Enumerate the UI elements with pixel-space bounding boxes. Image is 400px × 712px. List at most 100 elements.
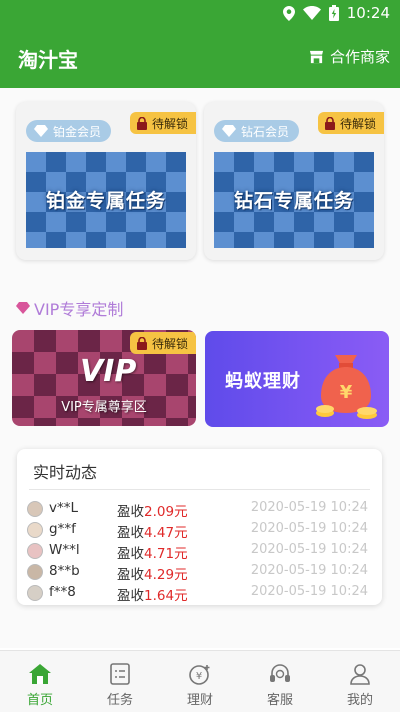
shop-icon bbox=[309, 50, 324, 64]
tab-home[interactable]: 首页 bbox=[0, 651, 80, 712]
status-time: 10:24 bbox=[346, 4, 390, 22]
income-prefix: 盈收 bbox=[117, 567, 144, 583]
money-bag-icon: ¥ bbox=[316, 355, 377, 419]
amount-value: 4.47 bbox=[144, 525, 175, 541]
feed-income: 盈收4.47元 bbox=[117, 521, 188, 541]
battery-icon bbox=[328, 5, 339, 21]
avatar bbox=[27, 501, 43, 517]
feed-row: g**f 盈收4.47元 2020-05-19 10:24 bbox=[17, 520, 382, 541]
income-amount: 4.29元 bbox=[144, 567, 188, 583]
platinum-member-badge: 铂金会员 bbox=[26, 120, 112, 142]
partner-merchants-button[interactable]: 合作商家 bbox=[309, 46, 390, 67]
diamond-member-badge: 钻石会员 bbox=[214, 120, 300, 142]
diamond-icon bbox=[16, 302, 30, 314]
realtime-feed-card: 实时动态 v**L 盈收2.09元 2020-05-19 10:24 g**f … bbox=[17, 449, 382, 605]
lock-icon bbox=[136, 336, 147, 350]
lock-icon bbox=[324, 116, 335, 130]
feed-user-name: 8**b bbox=[49, 563, 80, 579]
amount-value: 4.71 bbox=[144, 546, 175, 562]
avatar bbox=[27, 585, 43, 601]
feed-row: v**L 盈收2.09元 2020-05-19 10:24 bbox=[17, 499, 382, 520]
tab-label: 理财 bbox=[186, 693, 213, 708]
income-amount: 4.71元 bbox=[144, 546, 188, 562]
feed-row: f**8 盈收1.64元 2020-05-19 10:24 bbox=[17, 583, 382, 604]
amount-value: 2.09 bbox=[144, 504, 175, 520]
feed-time: 2020-05-19 10:24 bbox=[250, 584, 368, 599]
svg-text:¥: ¥ bbox=[340, 382, 353, 403]
partner-merchants-label: 合作商家 bbox=[329, 48, 390, 66]
income-prefix: 盈收 bbox=[117, 546, 144, 562]
task-icon bbox=[110, 663, 130, 685]
member-badge-label: 钻石会员 bbox=[241, 124, 290, 139]
vip-exclusive-zone-card[interactable]: 待解锁 VIP VIP专属尊享区 bbox=[12, 330, 196, 426]
tab-tasks[interactable]: 任务 bbox=[80, 651, 160, 712]
location-icon bbox=[282, 5, 295, 21]
vip-zone-caption: VIP专属尊享区 bbox=[61, 400, 147, 415]
status-bar: 10:24 bbox=[0, 0, 400, 28]
feed-income: 盈收2.09元 bbox=[117, 500, 188, 520]
locked-label: 待解锁 bbox=[339, 116, 376, 131]
user-icon bbox=[350, 664, 370, 685]
tab-label: 任务 bbox=[106, 693, 133, 708]
locked-tag: 待解锁 bbox=[317, 112, 384, 134]
home-icon bbox=[29, 664, 51, 684]
income-prefix: 盈收 bbox=[117, 588, 144, 604]
vip-logo: VIP bbox=[80, 354, 137, 389]
tab-label: 我的 bbox=[346, 693, 373, 708]
tab-profile[interactable]: 我的 bbox=[320, 651, 400, 712]
locked-label: 待解锁 bbox=[151, 336, 188, 351]
main-content: 铂金会员 待解锁 铂金专属任务 钻石会员 待解锁 钻石专属任务 VIP专享定制 bbox=[0, 88, 400, 648]
income-amount: 1.64元 bbox=[144, 588, 188, 604]
amount-value: 4.29 bbox=[144, 567, 175, 583]
feed-user-name: v**L bbox=[49, 500, 79, 516]
tab-customer-service[interactable]: 客服 bbox=[240, 651, 320, 712]
bottom-tab-bar: 首页 任务 ¥ 理财 客服 我的 bbox=[0, 650, 400, 712]
svg-text:¥: ¥ bbox=[196, 671, 202, 682]
currency-unit: 元 bbox=[174, 546, 188, 562]
income-amount: 4.47元 bbox=[144, 525, 188, 541]
currency-unit: 元 bbox=[174, 567, 188, 583]
banner-title: 钻石专属任务 bbox=[233, 190, 354, 212]
diamond-icon bbox=[34, 125, 48, 137]
platinum-task-banner[interactable]: 铂金专属任务 bbox=[26, 152, 186, 248]
diamond-member-card[interactable]: 钻石会员 待解锁 钻石专属任务 bbox=[204, 102, 384, 260]
currency-unit: 元 bbox=[174, 504, 188, 520]
locked-tag: 待解锁 bbox=[129, 112, 196, 134]
feed-user-name: W**l bbox=[49, 542, 80, 558]
feed-income: 盈收1.64元 bbox=[117, 584, 188, 604]
feed-divider bbox=[29, 489, 370, 490]
wifi-icon bbox=[302, 6, 321, 20]
currency-unit: 元 bbox=[174, 525, 188, 541]
feed-time: 2020-05-19 10:24 bbox=[250, 500, 368, 515]
status-icons: 10:24 bbox=[282, 4, 390, 22]
vip-section-heading: VIP专享定制 bbox=[16, 296, 123, 320]
diamond-icon bbox=[222, 125, 236, 137]
avatar bbox=[27, 522, 43, 538]
lock-icon bbox=[136, 116, 147, 130]
feed-title: 实时动态 bbox=[33, 463, 98, 482]
member-badge-label: 铂金会员 bbox=[53, 124, 102, 139]
platinum-member-card[interactable]: 铂金会员 待解锁 铂金专属任务 bbox=[16, 102, 196, 260]
feed-list[interactable]: v**L 盈收2.09元 2020-05-19 10:24 g**f 盈收4.4… bbox=[17, 499, 382, 604]
feed-row: 8**b 盈收4.29元 2020-05-19 10:24 bbox=[17, 562, 382, 583]
vip-heading-label: VIP专享定制 bbox=[34, 300, 124, 319]
locked-tag: 待解锁 bbox=[129, 332, 196, 354]
diamond-task-banner[interactable]: 钻石专属任务 bbox=[214, 152, 374, 248]
feed-time: 2020-05-19 10:24 bbox=[250, 563, 368, 578]
income-prefix: 盈收 bbox=[117, 504, 144, 520]
currency-unit: 元 bbox=[174, 588, 188, 604]
feed-income: 盈收4.71元 bbox=[117, 542, 188, 562]
ant-finance-card[interactable]: 蚂蚁理财 ¥ bbox=[205, 331, 389, 427]
income-prefix: 盈收 bbox=[117, 525, 144, 541]
avatar bbox=[27, 543, 43, 559]
ant-finance-title: 蚂蚁理财 bbox=[225, 371, 301, 392]
feed-user-name: g**f bbox=[49, 521, 76, 537]
feed-user-name: f**8 bbox=[49, 584, 76, 600]
banner-title: 铂金专属任务 bbox=[45, 190, 166, 212]
feed-income: 盈收4.29元 bbox=[117, 563, 188, 583]
finance-icon: ¥ bbox=[189, 665, 210, 685]
tab-label: 客服 bbox=[266, 693, 293, 708]
headset-icon bbox=[270, 664, 290, 682]
tab-finance[interactable]: ¥ 理财 bbox=[160, 651, 240, 712]
amount-value: 1.64 bbox=[144, 588, 175, 604]
